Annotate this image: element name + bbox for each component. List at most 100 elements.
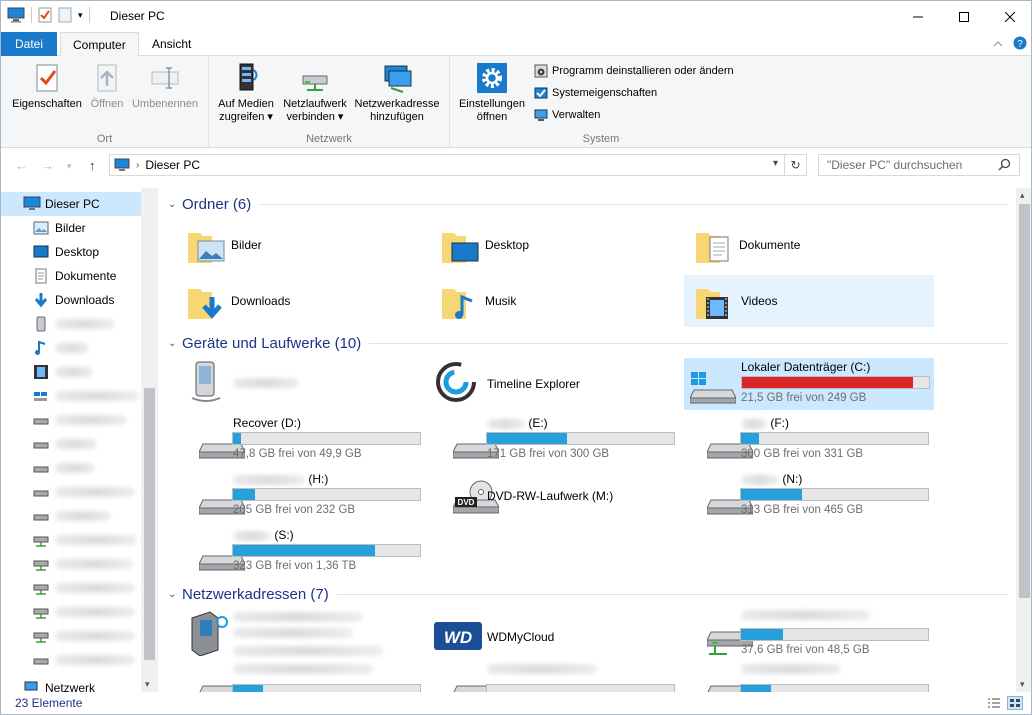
oeffnen-button[interactable]: Öffnen [85,60,129,111]
drive-f-usage-bar [740,432,929,445]
network-tile-wdmycloud[interactable]: WD WDMyCloud [434,610,686,662]
network-tile-redacted[interactable] [436,662,686,692]
systemeigenschaften-button[interactable]: Systemeigenschaften [534,83,657,103]
sidebar-item-redacted[interactable] [1,384,141,408]
up-button[interactable]: ↑ [89,158,96,173]
window-title: Dieser PC [110,9,165,23]
eigenschaften-button[interactable]: Eigenschaften [9,60,85,111]
music-icon [33,340,49,356]
folder-tile-desktop[interactable]: Desktop [436,219,686,271]
netzlaufwerk-verbinden-button[interactable]: Netzlaufwerk verbinden ▾ [279,60,351,124]
einstellungen-oeffnen-button[interactable]: Einstellungen öffnen [454,60,530,124]
sidebar-item-redacted[interactable] [1,576,141,600]
sidebar-item-dokumente[interactable]: Dokumente [1,264,141,288]
close-button[interactable] [987,1,1031,32]
qat-dropdown-icon[interactable]: ▾ [78,10,83,21]
folder-tile-videos[interactable]: Videos [684,275,934,327]
sidebar-item-redacted[interactable] [1,432,141,456]
minimize-button[interactable] [895,1,941,32]
drive-tile-n[interactable]: (N:) 313 GB frei von 465 GB [690,470,940,522]
sidebar-item-redacted[interactable] [1,312,141,336]
drive-tile-h[interactable]: (H:) 205 GB frei von 232 GB [182,470,432,522]
sidebar-item-redacted[interactable] [1,600,141,624]
details-view-icon[interactable] [987,697,1001,709]
back-button[interactable]: ← [15,158,28,173]
tiles-view-icon[interactable] [1007,696,1023,710]
documents-icon [33,268,49,284]
device-tile-redacted[interactable] [182,356,432,408]
sidebar-item-downloads[interactable]: Downloads [1,288,141,312]
wd-logo-icon: WD [434,622,482,650]
sidebar-item-redacted[interactable] [1,504,141,528]
media-access-icon [230,62,262,94]
sidebar-item-redacted[interactable] [1,648,141,672]
umbenennen-button[interactable]: Umbenennen [129,60,201,111]
network-share-usage-bar [740,628,929,641]
sidebar-item-redacted[interactable] [1,336,141,360]
drive-tile-c[interactable]: Lokaler Datenträger (C:) 21,5 GB frei vo… [684,358,934,410]
phone-icon [186,360,226,404]
maximize-button[interactable] [941,1,987,32]
drive-tile-m[interactable]: DVD DVD-RW-Laufwerk (M:) [436,470,686,522]
tab-datei[interactable]: Datei [1,32,57,56]
drive-tile-f[interactable]: (F:) 300 GB frei von 331 GB [690,414,940,466]
verwalten-button[interactable]: Verwalten [534,105,600,125]
content-scrollbar[interactable]: ▴ ▾ [1016,188,1031,692]
sidebar-item-redacted[interactable] [1,624,141,648]
sidebar-item-redacted[interactable] [1,408,141,432]
media-server-icon [186,610,230,656]
sidebar-item-redacted[interactable] [1,456,141,480]
address-bar[interactable]: › Dieser PC ▾ [109,154,785,176]
scroll-down-icon[interactable]: ▾ [145,679,150,690]
sidebar-item-redacted[interactable] [1,552,141,576]
gear-icon [476,62,508,94]
sidebar-item-redacted[interactable] [1,480,141,504]
network-tile-redacted[interactable] [182,662,432,692]
folder-tile-downloads[interactable]: Downloads [182,275,432,327]
folder-tile-bilder[interactable]: Bilder [182,219,432,271]
programm-deinstallieren-button[interactable]: Programm deinstallieren oder ändern [534,61,734,81]
tab-ansicht[interactable]: Ansicht [140,32,203,56]
netzwerkadresse-hinzufuegen-button[interactable]: Netzwerkadresse hinzufügen [351,60,443,124]
search-input[interactable]: "Dieser PC" durchsuchen [818,154,1020,176]
sidebar-scrollbar-thumb[interactable] [144,388,155,660]
scroll-down-icon[interactable]: ▾ [1020,679,1025,690]
sidebar-item-redacted[interactable] [1,360,141,384]
recent-locations-icon[interactable]: ▾ [67,161,72,172]
refresh-button[interactable]: ↻ [785,154,807,176]
manage-icon [534,108,548,122]
drive-tile-d[interactable]: Recover (D:) 47,8 GB frei von 49,9 GB [182,414,432,466]
sidebar-item-redacted[interactable] [1,528,141,552]
search-icon[interactable] [998,158,1011,171]
sidebar-item-dieser-pc[interactable]: Dieser PC [1,192,141,216]
collapse-ribbon-icon[interactable] [993,32,1003,56]
ribbon: Eigenschaften Öffnen Umbenennen Ort Auf … [1,56,1031,148]
address-dropdown-icon[interactable]: ▾ [773,158,778,169]
forward-button[interactable]: → [41,158,54,173]
section-header-geraete[interactable]: ⌄ Geräte und Laufwerke (10) [162,333,1008,353]
breadcrumb[interactable]: Dieser PC [145,158,200,172]
properties-icon[interactable] [38,7,52,23]
breadcrumb-chevron-icon[interactable]: › [136,160,139,171]
content-scrollbar-thumb[interactable] [1019,204,1030,598]
section-header-netzwerk[interactable]: ⌄ Netzwerkadressen (7) [162,584,1008,604]
folder-tile-dokumente[interactable]: Dokumente [690,219,940,271]
auf-medien-zugreifen-button[interactable]: Auf Medien zugreifen ▾ [213,60,279,124]
explorer-window: ▾ Dieser PC Datei Computer Ansicht ? Eig… [0,0,1032,715]
sidebar-item-netzwerk[interactable]: Netzwerk [1,680,141,692]
sidebar-scrollbar[interactable]: ▾ [141,188,158,692]
network-tile-share[interactable]: 37,6 GB frei von 48,5 GB [690,610,940,662]
drive-tile-s[interactable]: (S:) 323 GB frei von 1,36 TB [182,526,432,578]
scroll-up-icon[interactable]: ▴ [1020,190,1025,201]
folder-tile-musik[interactable]: Musik [436,275,686,327]
new-folder-icon[interactable] [58,7,72,23]
system-properties-icon [534,86,548,100]
sidebar-item-bilder[interactable]: Bilder [1,216,141,240]
network-tile-redacted[interactable] [690,662,940,692]
drive-tile-e[interactable]: (E:) 171 GB frei von 300 GB [436,414,686,466]
tab-computer[interactable]: Computer [60,32,139,57]
section-header-ordner[interactable]: ⌄ Ordner (6) [162,194,1008,214]
sidebar-item-desktop[interactable]: Desktop [1,240,141,264]
network-tile-redacted[interactable] [182,606,432,658]
device-tile-timeline-explorer[interactable]: Timeline Explorer [436,356,686,408]
